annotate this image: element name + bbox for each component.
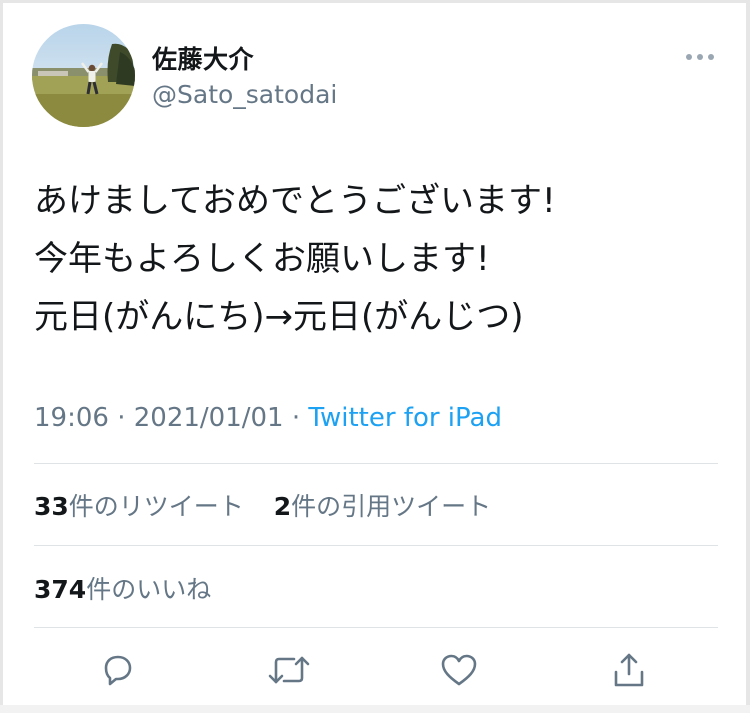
divider [34,545,718,546]
quotes-label: 件の引用ツイート [291,492,492,521]
like-button[interactable] [437,648,481,692]
tweet-time[interactable]: 19:06 [34,403,109,433]
retweet-icon [268,656,310,684]
meta-separator: · [283,403,309,433]
retweets-label: 件のリツイート [68,492,244,521]
meta-separator: · [108,403,134,433]
retweets-count: 33 [34,492,69,521]
reply-button[interactable] [96,648,140,692]
likes-count: 374 [34,575,87,604]
user-handle[interactable]: @Sato_satodai [152,80,337,109]
likes-stat[interactable]: 374件のいいね [34,570,211,606]
divider [34,463,718,464]
avatar[interactable] [32,24,135,127]
tweet-line: あけましておめでとうございます! [34,181,556,221]
user-avatar-photo [32,24,135,127]
tweet-line: 今年もよろしくお願いします! [34,239,490,279]
divider [34,627,718,628]
share-button[interactable] [607,648,651,692]
more-icon[interactable] [686,50,714,64]
window-left-edge [0,0,3,713]
likes-label: 件のいいね [86,575,212,604]
quotes-stat[interactable]: 2件の引用ツイート [274,492,491,521]
window-top-edge [0,0,750,3]
retweet-button[interactable] [267,648,311,692]
reply-icon [104,655,132,686]
display-name[interactable]: 佐藤大介 [152,40,254,76]
tweet-source-link[interactable]: Twitter for iPad [308,403,502,433]
tweet-line: 元日(がんにち)→元日(がんじつ) [34,297,524,337]
retweets-stat[interactable]: 33件のリツイート [34,492,244,521]
retweet-stats: 33件のリツイート 2件の引用ツイート [34,487,491,523]
tweet-meta: 19:06 · 2021/01/01 · Twitter for iPad [34,403,502,433]
action-bar [0,648,750,692]
share-icon [614,653,644,687]
like-icon [441,654,477,686]
quotes-count: 2 [273,492,292,521]
window-right-edge [746,0,750,713]
tweet-date[interactable]: 2021/01/01 [134,403,284,433]
tweet-text: あけましておめでとうございます! 今年もよろしくお願いします! 元日(がんにち)… [34,172,724,346]
window-bottom-edge [0,705,750,713]
